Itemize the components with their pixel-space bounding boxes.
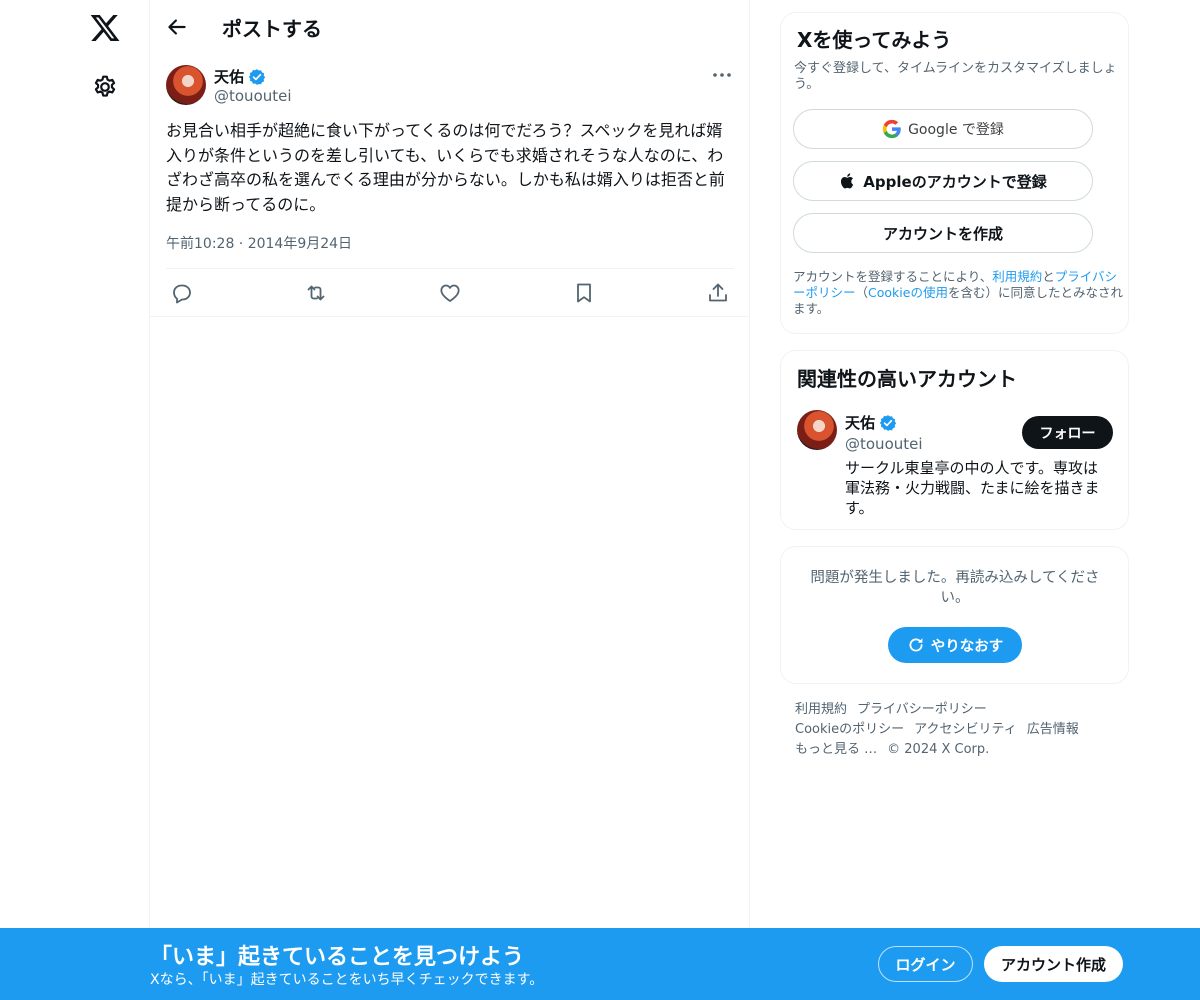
signup-button[interactable]: アカウント作成 xyxy=(984,946,1123,982)
create-account-button[interactable]: アカウントを作成 xyxy=(793,213,1093,253)
footer-copyright: © 2024 X Corp. xyxy=(887,742,990,757)
footer-link-terms[interactable]: 利用規約 xyxy=(795,702,847,717)
divider xyxy=(150,316,750,317)
apple-signup-button[interactable]: Appleのアカウントで登録 xyxy=(793,161,1093,201)
banner-subtitle: Xなら、「いま」起きていることをいち早くチェックできます。 xyxy=(150,972,544,988)
like-icon[interactable] xyxy=(438,281,462,305)
more-options-icon[interactable] xyxy=(710,66,734,84)
bookmark-icon[interactable] xyxy=(572,281,596,305)
banner-title: 「いま」起きていることを見つけよう xyxy=(150,945,525,970)
gear-icon[interactable] xyxy=(92,74,118,100)
related-accounts-card: 関連性の高いアカウント 天佑 @tououtei フォロー サークル東皇亭の中の… xyxy=(780,350,1129,530)
google-signup-button[interactable]: Google で登録 xyxy=(793,109,1093,149)
legal-paren: （ xyxy=(855,285,869,300)
x-logo-icon[interactable] xyxy=(89,12,121,44)
signup-legal-text: アカウントを登録することにより、利用規約とプライバシーポリシー（Cookieの使… xyxy=(793,269,1123,317)
legal-and: と xyxy=(1042,269,1055,284)
author-name[interactable]: 天佑 xyxy=(214,66,244,87)
refresh-icon xyxy=(909,638,923,652)
retry-label: やりなおす xyxy=(930,638,1004,655)
related-account-name-row[interactable]: 天佑 xyxy=(845,412,897,433)
signup-card: Xを使ってみよう 今すぐ登録して、タイムラインをカスタマイズしましょう。 Goo… xyxy=(780,12,1129,334)
apple-signup-label: Appleのアカウントで登録 xyxy=(863,172,1047,191)
error-card: 問題が発生しました。再読み込みしてください。 やりなおす xyxy=(780,546,1129,684)
footer-link-ads[interactable]: 広告情報 xyxy=(1027,722,1079,737)
footer-link-privacy[interactable]: プライバシーポリシー xyxy=(857,702,987,717)
left-nav xyxy=(0,0,150,1000)
related-account-name[interactable]: 天佑 xyxy=(845,412,875,433)
error-message: 問題が発生しました。再読み込みしてください。 xyxy=(810,570,1100,606)
main-column: ポストする 天佑 @tououtei お見合い相手が超絶に食い下がってくるのは何… xyxy=(149,0,750,1000)
author-name-row[interactable]: 天佑 xyxy=(214,66,266,87)
related-account-bio: サークル東皇亭の中の人です。専攻は軍法務・火力戦闘、たまに絵を描きます。 xyxy=(845,459,1100,517)
related-account-avatar[interactable] xyxy=(797,410,837,450)
post-action-bar xyxy=(166,268,734,316)
create-account-label: アカウントを作成 xyxy=(882,224,1003,243)
page-header: ポストする xyxy=(150,0,750,54)
signup-card-title: Xを使ってみよう xyxy=(797,28,952,52)
retry-button[interactable]: やりなおす xyxy=(888,627,1022,663)
verified-badge-icon xyxy=(248,68,266,85)
terms-link[interactable]: 利用規約 xyxy=(992,269,1042,284)
legal-prefix: アカウントを登録することにより、 xyxy=(793,269,993,284)
apple-icon xyxy=(841,173,854,189)
author-avatar[interactable] xyxy=(166,65,206,105)
google-signup-label: Google で登録 xyxy=(908,122,1004,138)
footer-links: 利用規約 プライバシーポリシー Cookieのポリシー アクセシビリティ 広告情報 も… xyxy=(795,700,1125,760)
footer-link-accessibility[interactable]: アクセシビリティ xyxy=(914,722,1017,737)
arrow-left-icon[interactable] xyxy=(164,14,190,40)
login-button[interactable]: ログイン xyxy=(878,946,973,982)
post-text: お見合い相手が超絶に食い下がってくるのは何でだろう？スペックを見れば婿入りが条件… xyxy=(166,121,725,214)
verified-badge-icon xyxy=(879,414,897,431)
cookie-link[interactable]: Cookieの使用 xyxy=(868,285,948,300)
page-title: ポストする xyxy=(222,17,322,41)
repost-icon[interactable] xyxy=(304,281,328,305)
related-accounts-title: 関連性の高いアカウント xyxy=(797,367,1017,391)
post-timestamp[interactable]: 午前10:28 · 2014年9月24日 xyxy=(166,233,352,253)
footer-link-more[interactable]: もっと見る … xyxy=(795,742,877,757)
footer-link-cookie[interactable]: Cookieのポリシー xyxy=(795,722,904,737)
share-icon[interactable] xyxy=(706,281,730,305)
related-account-handle[interactable]: @tououtei xyxy=(845,435,923,453)
google-icon xyxy=(882,119,901,139)
signup-card-subtitle: 今すぐ登録して、タイムラインをカスタマイズしましょう。 xyxy=(794,61,1117,92)
follow-button[interactable]: フォロー xyxy=(1022,416,1113,449)
bottom-signup-banner: 「いま」起きていることを見つけよう Xなら、「いま」起きていることをいち早くチェ… xyxy=(0,928,1200,1000)
reply-icon[interactable] xyxy=(170,281,194,305)
author-handle[interactable]: @tououtei xyxy=(214,87,292,105)
